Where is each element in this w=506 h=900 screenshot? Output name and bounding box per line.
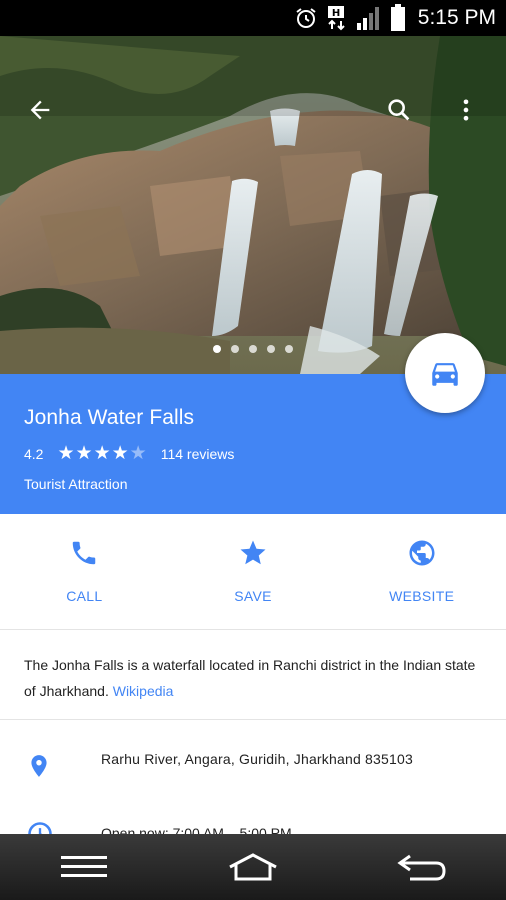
star-filled-icon: ★ — [57, 443, 75, 464]
signal-icon — [356, 5, 382, 31]
place-category: Tourist Attraction — [24, 476, 128, 492]
status-time: 5:15 PM — [417, 6, 496, 29]
alarm-icon — [294, 6, 318, 30]
place-title: Jonha Water Falls — [24, 406, 195, 429]
hspa-data-icon: H — [326, 5, 348, 31]
location-pin-icon — [26, 751, 52, 786]
address-row[interactable]: Rarhu River, Angara, Guridih, Jharkhand … — [0, 721, 506, 801]
address-text: Rarhu River, Angara, Guridih, Jharkhand … — [101, 751, 413, 767]
description-text: The Jonha Falls is a waterfall located i… — [24, 657, 476, 699]
globe-icon — [409, 540, 435, 566]
website-button[interactable]: WEBSITE — [337, 514, 506, 629]
rating-value: 4.2 — [24, 445, 44, 462]
page-dot — [231, 345, 239, 353]
star-filled-icon: ★ — [75, 443, 93, 464]
arrow-back-icon — [30, 100, 50, 120]
save-label: SAVE — [234, 588, 272, 604]
rating-row[interactable]: 4.2 ★ ★ ★ ★ ★ 114 reviews — [24, 444, 482, 463]
website-label: WEBSITE — [389, 588, 455, 604]
nav-home-button[interactable] — [213, 842, 293, 892]
svg-text:H: H — [332, 8, 340, 19]
page-dot — [249, 345, 257, 353]
star-icon — [240, 540, 266, 565]
back-button[interactable] — [20, 90, 60, 130]
call-label: CALL — [66, 588, 103, 604]
place-description: The Jonha Falls is a waterfall located i… — [0, 630, 506, 720]
search-button[interactable] — [379, 90, 419, 130]
system-nav-bar — [0, 834, 506, 900]
place-photo-gallery[interactable] — [0, 36, 506, 374]
nav-menu-button[interactable] — [44, 842, 124, 892]
star-rating: ★ ★ ★ ★ ★ — [57, 444, 146, 463]
home-icon — [229, 853, 277, 881]
action-buttons: CALL SAVE WEBSITE — [0, 514, 506, 630]
page-dot — [267, 345, 275, 353]
phone-icon — [73, 541, 96, 565]
directions-button[interactable] — [405, 333, 485, 413]
nav-back-button[interactable] — [382, 842, 462, 892]
menu-icon — [61, 856, 108, 877]
call-button[interactable]: CALL — [0, 514, 169, 629]
save-button[interactable]: SAVE — [169, 514, 338, 629]
battery-icon — [390, 4, 406, 32]
back-icon — [397, 854, 446, 881]
page-dot — [285, 345, 293, 353]
status-bar: H 5:15 PM — [0, 0, 506, 36]
hours-row[interactable]: Open now: 7:00 AM – 5:00 PM — [0, 812, 506, 834]
more-options-button[interactable] — [446, 90, 486, 130]
reviews-count[interactable]: 114 reviews — [161, 446, 235, 462]
star-filled-icon: ★ — [93, 443, 111, 464]
clock-icon — [26, 820, 54, 834]
car-icon — [432, 363, 458, 386]
star-filled-icon: ★ — [111, 443, 129, 464]
waterfall-photo — [0, 36, 506, 374]
more-vert-icon — [463, 99, 469, 121]
search-icon — [388, 99, 410, 121]
star-empty-icon: ★ — [129, 443, 147, 464]
hours-text: Open now: 7:00 AM – 5:00 PM — [101, 825, 292, 834]
wikipedia-link[interactable]: Wikipedia — [113, 683, 174, 699]
page-dot — [213, 345, 221, 353]
